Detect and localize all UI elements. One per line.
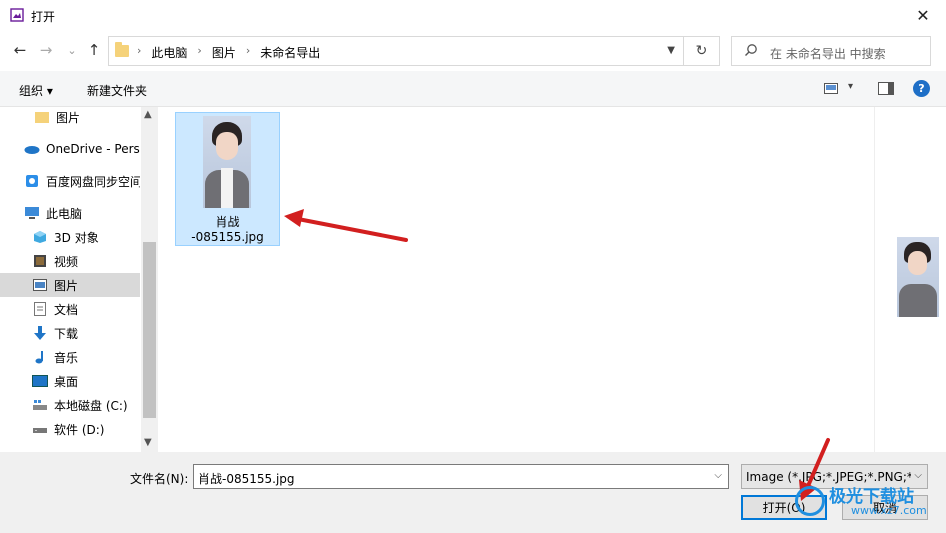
sidebar-item-drive-d[interactable]: 软件 (D:) [0,417,140,441]
download-icon [32,326,48,340]
breadcrumb-current-folder[interactable]: 未命名导出 [260,44,320,61]
sidebar-item-label: 桌面 [54,374,79,389]
breadcrumb-pictures[interactable]: 图片 [212,44,236,61]
filename-value: 肖战-085155.jpg [198,472,295,486]
breadcrumb-this-pc[interactable]: 此电脑 [151,44,187,61]
search-placeholder: 在 未命名导出 中搜索 [770,47,886,61]
chevron-down-icon: ⌄ [67,43,77,57]
watermark-url: www.xz7.com [851,504,927,517]
chevron-down-icon[interactable]: ⌵ [714,470,722,481]
onedrive-icon [24,142,40,156]
breadcrumb: › 此电脑 › 图片 › 未命名导出 [137,44,320,61]
sidebar-item-label: 本地磁盘 (C:) [54,398,128,413]
watermark: 极光下载站 www.xz7.com [795,482,945,530]
pictures-icon [32,278,48,292]
scrollbar-thumb[interactable] [143,242,156,418]
sidebar-item-onedrive[interactable]: OneDrive - Perso [0,137,140,161]
view-dropdown-icon[interactable]: ▾ [848,81,853,92]
breadcrumb-separator: › [137,44,142,57]
refresh-button[interactable]: ↻ [684,36,720,66]
file-item[interactable]: 肖战 -085155.jpg [175,112,280,246]
refresh-icon: ↻ [695,43,708,59]
command-toolbar: 组织 ▾ 新建文件夹 ▾ ? [0,71,946,107]
new-folder-button[interactable]: 新建文件夹 [87,82,147,99]
organize-menu[interactable]: 组织 ▾ [19,82,53,99]
sidebar-item-label: 视频 [54,254,79,269]
view-options-icon[interactable] [824,83,838,94]
sidebar-item-label: 此电脑 [46,206,83,221]
open-dialog-icon [10,8,24,22]
sidebar-item-label: 图片 [56,110,81,125]
drive-d-icon [32,422,48,436]
sidebar-item-3d-objects[interactable]: 3D 对象 [0,225,140,249]
navigation-pane: 图片 OneDrive - Perso 百度网盘同步空间 此电脑 3D 对象 视… [0,107,140,452]
scroll-up-icon[interactable]: ▲ [144,109,152,120]
breadcrumb-separator[interactable]: › [246,44,250,61]
drive-c-icon [32,398,48,412]
up-button[interactable]: ↑ [85,41,103,59]
back-button[interactable]: ← [11,41,29,59]
sidebar-item-desktop[interactable]: 桌面 [0,369,140,393]
address-dropdown-icon[interactable]: ▼ [667,45,675,56]
sidebar-item-label: OneDrive - Perso [46,142,140,156]
sidebar-item-label: 图片 [54,278,79,293]
folder-icon [115,42,129,57]
folder-icon [34,110,50,124]
sidebar-item-label: 软件 (D:) [54,422,105,437]
file-list: 肖战 -085155.jpg [158,107,874,452]
close-button[interactable]: ✕ [900,0,946,31]
preview-pane-icon[interactable] [878,82,894,95]
sidebar-item-baidu[interactable]: 百度网盘同步空间 [0,169,140,193]
documents-icon [32,302,48,316]
watermark-logo-icon [795,486,825,516]
sidebar-item-pictures[interactable]: 图片 [0,273,140,297]
sidebar-item-label: 下载 [54,326,79,341]
address-bar[interactable]: › 此电脑 › 图片 › 未命名导出 ▼ [108,36,684,66]
desktop-icon [32,374,48,388]
sidebar-item-label: 音乐 [54,350,79,365]
sidebar-item-downloads[interactable]: 下载 [0,321,140,345]
preview-pane [874,107,946,452]
window-title: 打开 [31,10,56,24]
file-name-line2: -085155.jpg [191,230,264,244]
computer-icon [24,206,40,220]
3d-objects-icon [32,230,48,244]
baidu-icon [24,174,40,188]
video-icon [32,254,48,268]
sidebar-item-label: 3D 对象 [54,230,99,245]
sidebar-item-drive-c[interactable]: 本地磁盘 (C:) [0,393,140,417]
help-button[interactable]: ? [913,80,930,97]
title-bar: 打开 ✕ [0,0,946,31]
back-arrow-icon: ← [13,41,27,59]
sidebar-item-label: 文档 [54,302,79,317]
music-icon [32,350,48,364]
sidebar-scrollbar[interactable]: ▲ ▼ [141,107,158,452]
sidebar-item-music[interactable]: 音乐 [0,345,140,369]
chevron-down-icon: ⌵ [914,470,922,481]
filename-label: 文件名(N): [130,472,189,486]
forward-arrow-icon: → [39,41,53,59]
recent-locations-button[interactable]: ⌄ [63,41,81,59]
search-input[interactable]: 在 未命名导出 中搜索 [731,36,931,66]
search-icon [745,44,757,56]
preview-image [897,237,939,317]
sidebar-item-videos[interactable]: 视频 [0,249,140,273]
file-name: 肖战 -085155.jpg [176,215,279,245]
breadcrumb-separator[interactable]: › [197,44,201,61]
scroll-down-icon[interactable]: ▼ [144,437,152,448]
sidebar-item-label: 百度网盘同步空间 [46,174,140,189]
close-icon: ✕ [916,6,930,25]
file-thumbnail [203,116,251,208]
help-icon: ? [918,82,925,95]
sidebar-item-documents[interactable]: 文档 [0,297,140,321]
navigation-bar: ← → ⌄ ↑ › 此电脑 › 图片 › 未命名导出 ▼ ↻ 在 未命名导出 中… [0,31,946,71]
file-name-line1: 肖战 [215,215,240,229]
up-arrow-icon: ↑ [87,41,101,59]
filename-field[interactable]: 肖战-085155.jpg ⌵ [193,464,729,489]
sidebar-item-this-pc[interactable]: 此电脑 [0,201,140,225]
forward-button[interactable]: → [37,41,55,59]
sidebar-item-pictures-quick[interactable]: 图片 [0,107,140,129]
